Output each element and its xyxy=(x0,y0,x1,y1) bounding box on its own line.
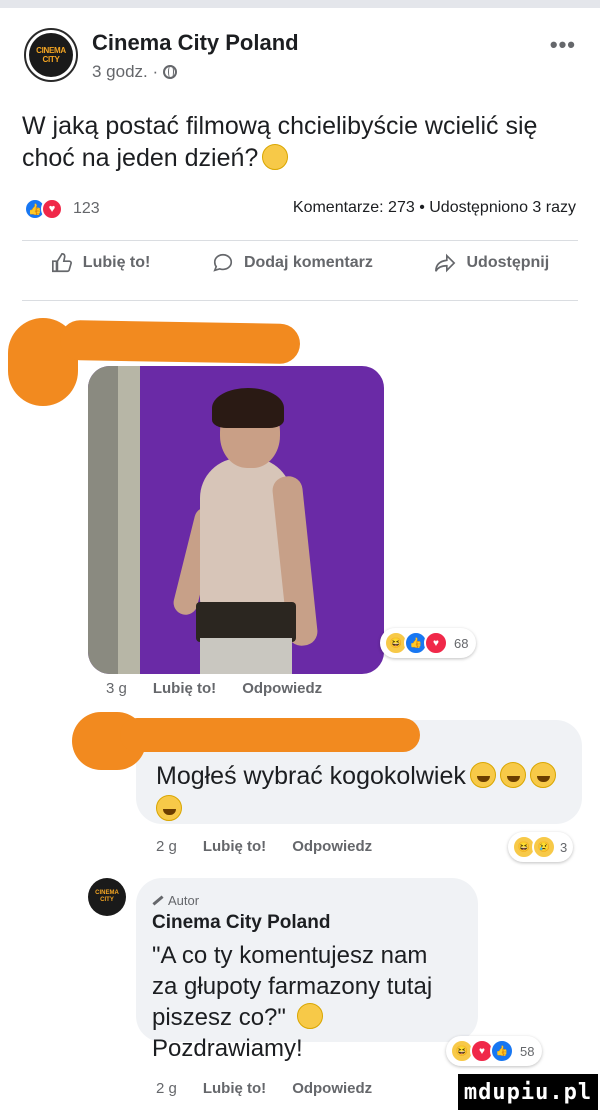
comment1-reaction-count: 68 xyxy=(454,635,469,651)
post-reactions[interactable]: 👍 ♥ 123 xyxy=(24,198,100,220)
comment-photo[interactable] xyxy=(88,366,384,674)
comment2-text: Mogłeś wybrać kogokolwiek xyxy=(156,760,576,826)
logo-line-1: CINEMA xyxy=(36,46,66,55)
logo-line-2: CITY xyxy=(100,897,114,903)
thumbs-up-icon xyxy=(51,253,72,273)
divider xyxy=(22,300,578,301)
logo-line-1: CINEMA xyxy=(95,890,119,896)
photo-figure-hair xyxy=(212,388,284,428)
comment2-text-content: Mogłeś wybrać kogokolwiek xyxy=(156,762,466,790)
comment1-reply-button[interactable]: Odpowiedz xyxy=(242,680,322,697)
share-label: Udostępnij xyxy=(466,254,550,271)
share-arrow-icon xyxy=(435,253,456,273)
comment1-time[interactable]: 3 g xyxy=(106,680,127,697)
comment-bubble-icon xyxy=(213,253,233,272)
comment1-meta: 3 g Lubię to! Odpowiedz xyxy=(106,680,322,697)
thinking-emoji-icon xyxy=(262,144,289,170)
comment3-line: "A co ty komentujesz nam xyxy=(152,942,428,969)
comment-button[interactable]: Dodaj komentarz xyxy=(212,252,373,274)
love-reaction-icon: ♥ xyxy=(424,631,448,655)
comment2-meta: 2 g Lubię to! Odpowiedz xyxy=(156,838,372,855)
comment2-reaction-count: 3 xyxy=(560,839,568,855)
share-button[interactable]: Udostępnij xyxy=(434,252,549,274)
pencil-icon xyxy=(152,895,164,906)
comment3-text: "A co ty komentujesz nam za głupoty farm… xyxy=(152,940,482,1064)
laughing-emoji-icon xyxy=(156,795,182,821)
comment3-reactions[interactable]: 😆 ♥ 👍 58 xyxy=(446,1036,543,1066)
comment3-like-button[interactable]: Lubię to! xyxy=(203,1080,266,1097)
comment3-reaction-count: 58 xyxy=(520,1043,535,1059)
like-button[interactable]: Lubię to! xyxy=(51,252,151,274)
author-avatar[interactable]: CINEMA CITY xyxy=(88,878,126,916)
like-reaction-icon: 👍 xyxy=(490,1039,514,1063)
comment2-time[interactable]: 2 g xyxy=(156,838,177,855)
comment1-like-button[interactable]: Lubię to! xyxy=(153,680,216,697)
comment3-author-name[interactable]: Cinema City Poland xyxy=(152,912,330,934)
divider xyxy=(22,240,578,241)
photo-wall-edge xyxy=(118,366,140,674)
comment1-reactions[interactable]: 😆 👍 ♥ 68 xyxy=(380,628,477,658)
site-watermark: mdupiu.pl xyxy=(458,1074,598,1110)
comment3-line: piszesz co?" xyxy=(152,1004,286,1031)
comment3-line: za głupoty farmazony tutaj xyxy=(152,973,433,1000)
cinema-city-logo: CINEMA CITY xyxy=(29,33,73,77)
love-reaction-icon: ♥ xyxy=(41,198,63,220)
logo-line-2: CITY xyxy=(42,55,60,64)
post-stats[interactable]: Komentarze: 273 • Udostępniono 3 razy xyxy=(293,199,576,217)
photo-skirt xyxy=(200,638,292,674)
post-actions-bar: Lubię to! Dodaj komentarz Udostępnij xyxy=(0,252,600,274)
author-badge: Autor xyxy=(152,893,199,908)
comment3-line-with-emoji: piszesz co?" xyxy=(152,1002,482,1033)
cinema-city-logo: CINEMA CITY xyxy=(95,890,119,904)
comment3-meta: 2 g Lubię to! Odpowiedz xyxy=(156,1080,372,1097)
post-reaction-count: 123 xyxy=(73,200,100,217)
laughing-emoji-icon xyxy=(529,762,556,788)
author-badge-label: Autor xyxy=(168,893,200,908)
photo-belt xyxy=(196,602,296,642)
comment2-reply-button[interactable]: Odpowiedz xyxy=(292,838,372,855)
post-text: W jaką postać filmową chcielibyście wcie… xyxy=(22,110,582,174)
top-status-strip xyxy=(0,0,600,8)
comment2-like-button[interactable]: Lubię to! xyxy=(203,838,266,855)
laughing-emoji-icon xyxy=(469,762,496,788)
globe-icon xyxy=(163,65,178,79)
post-time[interactable]: 3 godz. · xyxy=(92,62,158,82)
post-meta: 3 godz. · xyxy=(92,62,178,82)
comment-label: Dodaj komentarz xyxy=(243,254,373,271)
sad-reaction-icon: 😢 xyxy=(532,835,556,859)
page-name[interactable]: Cinema City Poland xyxy=(92,30,299,56)
more-options-icon[interactable]: ••• xyxy=(550,32,576,58)
redacted-name xyxy=(120,718,420,752)
comment3-time[interactable]: 2 g xyxy=(156,1080,177,1097)
redacted-name xyxy=(59,319,301,365)
comment2-reactions[interactable]: 😆 😢 3 xyxy=(508,832,574,862)
laughing-emoji-icon xyxy=(499,762,526,788)
page-avatar[interactable]: CINEMA CITY xyxy=(24,28,78,82)
like-label: Lubię to! xyxy=(82,254,151,271)
comment3-line: Pozdrawiamy! xyxy=(152,1035,303,1062)
smiling-emoji-icon xyxy=(296,1003,323,1029)
comment3-reply-button[interactable]: Odpowiedz xyxy=(292,1080,372,1097)
